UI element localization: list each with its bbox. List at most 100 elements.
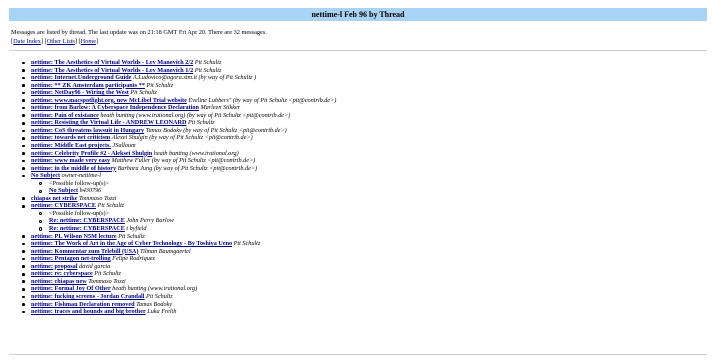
thread-author: Tamas Bodoky: [136, 300, 173, 308]
thread-author: Pit Schultz: [194, 59, 222, 66]
thread-subject-link[interactable]: nettime: Pentagon net-trolling: [31, 255, 111, 262]
thread-item: nettime: The Work of Art in the Age of C…: [19, 240, 709, 248]
nav-links: [Date Index] [Other Lists] [Home]: [11, 37, 99, 45]
thread-item: nettime: chiapas new Tommaso Tozzi: [19, 278, 709, 286]
thread-subject-link[interactable]: nettime: Middle East projects.: [31, 142, 111, 149]
thread-item: nettime: Pentagon net-trolling Felipe Ro…: [19, 255, 709, 263]
page-title: nettime-l Feb 96 by Thread: [9, 8, 707, 21]
thread-author: Tilman Baumgaertel: [140, 247, 191, 255]
other-lists-link[interactable]: Other Lists: [47, 38, 75, 45]
top-divider: [9, 50, 707, 51]
thread-subject-link[interactable]: No Subject: [31, 172, 60, 179]
thread-subject-link[interactable]: nettime: in the middle of history: [31, 165, 116, 172]
thread-author: Tamas Bodoky (by way of Pit Schultz <pit…: [145, 126, 287, 134]
thread-item: nettime: re: cyberspace Pit Schultz: [19, 270, 709, 278]
thread-author: Alexei Shulgin (by way of Pit Schultz <p…: [111, 134, 253, 142]
thread-item: nettime: The Aesthetics of Virtual World…: [19, 59, 709, 67]
thread-author: Tommaso Tozzi: [88, 277, 126, 285]
thread-subject-link[interactable]: Re: nettime: CYBERSPACE: [49, 217, 125, 224]
thread-list: nettime: The Aesthetics of Virtual World…: [19, 59, 709, 316]
thread-item: nettime: Fishman Declaration removed Tam…: [19, 301, 709, 309]
thread-item: nettime: www.macspotlight.org, new McLib…: [19, 97, 709, 105]
thread-followup-note: <Possible follow-up(s)>: [19, 180, 709, 188]
thread-author: Pit Schultz: [94, 270, 121, 278]
thread-subject-link[interactable]: nettime: Kommentar zum Telebill (USA): [31, 248, 138, 255]
thread-author: Matthew Fuller (by way of Pit Schultz <p…: [111, 157, 256, 165]
thread-author: JSalloum: [112, 142, 136, 150]
thread-item: No Subject h430796: [19, 187, 709, 195]
thread-author: t byfield: [126, 225, 147, 233]
thread-subject-link[interactable]: nettime: Pain of existance: [31, 112, 99, 119]
thread-subject-link[interactable]: nettime: NetDay96 - Wiring the West: [31, 89, 129, 96]
thread-subject-link[interactable]: nettime: Fishman Declaration removed: [31, 301, 135, 308]
thread-item: nettime: The Aesthetics of Virtual World…: [19, 67, 709, 75]
thread-subject-link[interactable]: No Subject: [49, 187, 78, 194]
thread-item: nettime: Formal Joy Of Other heath bunti…: [19, 285, 709, 293]
thread-item: nettime: proposal david garcia: [19, 263, 709, 271]
thread-author: Eveline Lubbers" (by way of Pit Schultz …: [188, 96, 337, 104]
intro-text: Messages are listed by thread. The last …: [11, 29, 267, 36]
thread-subject-link[interactable]: nettime: Formal Joy Of Other: [31, 285, 111, 292]
thread-subject-link[interactable]: nettime: PL Wilson N5M lecture: [31, 233, 117, 240]
thread-item: chiapas net strike Tommaso Tozzi: [19, 195, 709, 203]
thread-item: nettime: www made very easy Matthew Full…: [19, 157, 709, 165]
thread-item: Re: nettime: CYBERSPACE t byfield: [19, 225, 709, 233]
thread-subject-link[interactable]: nettime: The Aesthetics of Virtual World…: [31, 59, 193, 66]
thread-subject-link[interactable]: nettime: Resisting the Virtual Life - AN…: [31, 119, 186, 126]
thread-subject-link[interactable]: nettime: Internet.Underground Guide: [31, 74, 131, 81]
thread-subject-link[interactable]: nettime: from Barlow: A Cyberspace Indep…: [31, 104, 199, 111]
date-index-link[interactable]: Date Index: [13, 38, 41, 45]
thread-subject-link[interactable]: nettime: fucking screens - Jordan Cranda…: [31, 293, 145, 300]
followup-note: <Possible follow-up(s)>: [49, 209, 110, 217]
thread-author: heath bunting (www.irational.org) (by wa…: [100, 111, 291, 119]
thread-author: Pit Schultz: [130, 89, 157, 97]
thread-item: No Subject owner-nettime-l: [19, 172, 709, 180]
thread-item: nettime: Middle East projects. JSalloum: [19, 142, 709, 150]
thread-item: Re: nettime: CYBERSPACE John Perry Barlo…: [19, 217, 709, 225]
thread-subject-link[interactable]: nettime: traces and hounds and big broth…: [31, 308, 146, 315]
thread-subject-link[interactable]: nettime: The Aesthetics of Virtual World…: [31, 67, 193, 74]
thread-author: Marleen Stikker: [200, 104, 241, 112]
thread-author: Felipe Rodriquez: [112, 255, 155, 263]
thread-item: nettime: CYBERSPACE Pit Schultz: [19, 202, 709, 210]
thread-author: h430796: [79, 187, 102, 195]
thread-subject-link[interactable]: chiapas net strike: [31, 195, 77, 202]
thread-author: Pit Schultz: [194, 66, 222, 74]
thread-author: heath bunting (www.irational.org): [153, 149, 239, 157]
thread-followup-note: <Possible follow-up(s)>: [19, 210, 709, 218]
thread-subject-link[interactable]: nettime: Celebrity Profile #2 - Aleksei …: [31, 150, 152, 157]
thread-subject-link[interactable]: nettime: www made very easy: [31, 157, 110, 164]
thread-author: owner-nettime-l: [61, 172, 101, 180]
thread-author: Luka Frelih: [147, 308, 177, 316]
thread-item: nettime: Internet.Underground Guide A.Lu…: [19, 74, 709, 82]
followup-note: <Possible follow-up(s)>: [49, 179, 110, 187]
thread-author: Pit Schultz: [187, 119, 215, 127]
thread-item: nettime: Celebrity Profile #2 - Aleksei …: [19, 150, 709, 158]
thread-subject-link[interactable]: nettime: The Work of Art in the Age of C…: [31, 240, 232, 247]
intro-section: Messages are listed by thread. The last …: [11, 29, 711, 46]
thread-subject-link[interactable]: nettime: CYBERSPACE: [31, 202, 96, 209]
thread-subject-link[interactable]: nettime: re: cyberspace: [31, 270, 93, 277]
thread-subject-link[interactable]: nettime: www.macspotlight.org, new McLib…: [31, 97, 187, 104]
thread-item: nettime: from Barlow: A Cyberspace Indep…: [19, 104, 709, 112]
thread-item: nettime: traces and hounds and big broth…: [19, 308, 709, 316]
thread-subject-link[interactable]: nettime: CoS threatens lawsuit in Hungar…: [31, 127, 144, 134]
thread-author: heath bunting (www.irational.org): [112, 285, 198, 293]
thread-subject-link[interactable]: nettime: ** ZK Amsterdam participants **: [31, 82, 145, 89]
thread-subject-link[interactable]: Re: nettime: CYBERSPACE: [49, 225, 125, 232]
home-link[interactable]: Home: [81, 38, 96, 45]
thread-author: david garcia: [79, 262, 111, 270]
thread-subject-link[interactable]: nettime: towards net criticism: [31, 134, 110, 141]
thread-item: nettime: fucking screens - Jordan Cranda…: [19, 293, 709, 301]
thread-subject-link[interactable]: nettime: chiapas new: [31, 278, 87, 285]
thread-author: Pit Schultz: [233, 240, 261, 248]
thread-author: Pit Schultz: [118, 232, 145, 240]
thread-item: nettime: ** ZK Amsterdam participants **…: [19, 82, 709, 90]
thread-author: Barbara Jung (by way of Pit Schultz <pit…: [117, 164, 258, 172]
thread-item: nettime: Kommentar zum Telebill (USA) Ti…: [19, 248, 709, 256]
thread-author: A.Ludovico@agora.stm.it (by way of Pit S…: [132, 74, 257, 82]
bottom-divider: [9, 354, 707, 355]
thread-subject-link[interactable]: nettime: proposal: [31, 263, 77, 270]
thread-item: nettime: Pain of existance heath bunting…: [19, 112, 709, 120]
thread-author: Pit Schultz: [97, 202, 125, 210]
